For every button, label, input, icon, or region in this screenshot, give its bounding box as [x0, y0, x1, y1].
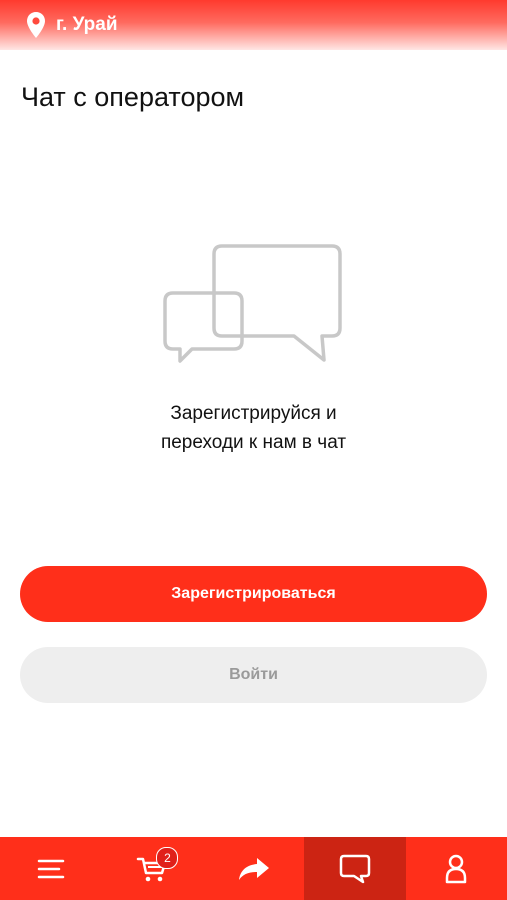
login-button[interactable]: Войти [20, 647, 487, 703]
chat-bubbles-icon [162, 243, 347, 363]
nav-share[interactable] [203, 837, 304, 900]
empty-state-line-2: переходи к нам в чат [160, 432, 347, 453]
empty-state-line-1: Зарегистрируйся и [170, 403, 337, 424]
profile-icon [445, 854, 467, 884]
nav-chat[interactable] [304, 837, 406, 900]
chat-icon [339, 854, 371, 884]
register-button[interactable]: Зарегистрироваться [20, 566, 487, 622]
city-label: г. Урай [56, 14, 118, 35]
nav-profile[interactable] [406, 837, 507, 900]
bottom-nav: 2 [0, 837, 507, 900]
cart-badge: 2 [156, 847, 179, 869]
nav-cart[interactable]: 2 [101, 837, 202, 900]
empty-state-message: Зарегистрируйся и переходи к нам в чат [90, 399, 417, 457]
page-title: Чат с оператором [21, 82, 245, 112]
nav-menu[interactable] [0, 837, 101, 900]
menu-icon [37, 857, 65, 881]
share-icon [238, 856, 270, 882]
map-pin-icon [26, 11, 46, 39]
top-bar: г. Урай [0, 0, 507, 50]
city-selector[interactable]: г. Урай [26, 10, 118, 40]
